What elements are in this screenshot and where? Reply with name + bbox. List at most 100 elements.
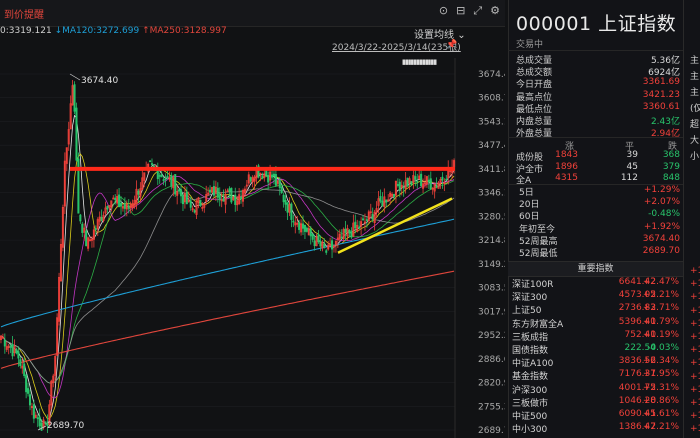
candle-body [100,216,103,221]
y-axis-labels: 3674.40 3608.76 3543.11 3477.46 3411.81 3346.… [478,70,505,436]
target-icon[interactable]: ⊙ [439,4,448,18]
breadth-down: 848 [662,173,680,183]
period-value: -0.48% [648,209,680,220]
quote-value: 5.36亿 [650,56,680,66]
candle-body [28,394,32,406]
candle-body [267,175,270,183]
candle-body [81,223,84,233]
candle-body [94,228,97,230]
pin-icon[interactable]: 📌 [446,40,457,50]
index-change: +1.95% [642,369,679,380]
index-change: +2.47% [642,277,679,287]
index-row[interactable]: 上证50 2736.83 +2.71% [508,303,683,317]
candle-body [38,416,41,427]
y-tick-label: 3411.81 [478,165,505,175]
y-tick-label: 3477.46 [478,141,505,151]
quote-value: 2.43亿 [650,117,680,127]
y-tick-label: 2952.28 [478,331,505,341]
index-row[interactable]: 沪深300 4001.75 +2.31% [508,383,683,396]
index-name: 基金指数 [512,372,549,383]
index-row[interactable]: 中证500 6090.45 +1.61% [508,409,683,422]
index-row[interactable]: 基金指数 7176.37 +1.95% [508,369,683,383]
period-value: 3674.40 [642,233,680,244]
candle-body [114,197,117,201]
collapse-icon[interactable]: ⊟ [456,4,465,18]
y-tick-label: 3149.23 [478,260,505,270]
candle-body [119,202,123,207]
price-alert-button[interactable]: 到价提醒 [4,6,44,21]
candle-body [149,160,152,163]
index-row[interactable]: 深证300 4573.05 +2.21% [508,290,683,303]
candle-body [123,203,126,209]
cut-change: +1 [690,411,700,422]
candle-body [170,175,173,187]
index-row[interactable]: 东方财富全A 5396.40 +1.79% [508,317,683,330]
index-row[interactable]: 中证A100 3836.56 +2.34% [508,356,683,369]
date-range[interactable]: 2024/3/22-2025/3/14(235根) [332,40,461,53]
candle-body [290,203,293,220]
cut-change: +1 [690,424,700,435]
candle-body [174,174,177,195]
cut-label: 主 [690,72,700,82]
ma-legend: 0:3319.121 ↓MA120:3272.699 ↑MA250:3128.9… [0,26,227,36]
candle-body [15,349,18,354]
index-name: 中证500 [512,412,548,422]
candle-body [441,176,444,181]
candle-body [340,236,343,239]
cut-change: +1 [690,384,700,395]
index-row[interactable]: 中小300 1386.47 +2.21% [508,422,683,435]
index-row[interactable]: 国债指数 222.54 -0.03% [508,343,683,356]
candle-body [406,177,409,187]
candle-body [286,202,289,213]
candle-body [185,191,188,205]
candle-body [85,230,88,247]
gear-icon[interactable]: ⚙ [490,4,500,18]
index-change: +1.61% [642,409,679,419]
index-row[interactable]: 三板成指 752.41 +0.19% [508,329,683,343]
candle-body [331,240,334,250]
cut-change: +1 [690,305,700,316]
index-name: 东方财富全A [512,319,564,330]
period-label: 年初至今 [519,224,556,235]
ma-settings-button[interactable]: 设置均线 ⌄ [414,26,466,41]
index-change: -0.03% [647,343,679,353]
candle-body [427,179,430,183]
low-label: 2689.70 [47,421,84,431]
index-change: +2.34% [642,356,679,367]
candle-body [17,351,20,359]
index-name: 三板做市 [512,398,549,409]
index-row[interactable]: 深证100R 6641.42 +2.47% [508,277,683,290]
candle-body [284,199,287,205]
index-name: 上证50 [512,306,542,317]
y-tick-label: 3083.58 [478,284,505,294]
candle-body [216,187,219,198]
breadth-flat: 112 [620,173,638,183]
high-pointer [69,73,81,81]
candle-body [9,345,12,348]
kline-chart[interactable]: 3674.40 3608.76 3543.11 3477.46 3411.81 3346.… [0,58,505,438]
index-list-header: 重要指数 [508,261,683,277]
index-change: +0.19% [642,329,679,340]
expand-icon[interactable]: ⤢ [473,4,482,18]
trading-status: 交易中 [516,40,544,50]
y-tick-label: 3346.17 [478,189,505,199]
index-row[interactable]: 三板做市 1046.28 +0.86% [508,396,683,409]
breadth-up: 1843 [555,150,578,160]
candle-body [381,200,384,207]
candle-body [344,228,347,233]
ma250-line [0,270,455,369]
ma20-line [0,175,455,399]
price-readout: 0:3319.121 [0,26,52,36]
cut-label: (仅 [690,104,700,114]
candle-body [40,422,43,431]
candle-body [3,339,6,347]
quote-label: 总成交量 [516,56,553,66]
candle-body [160,174,163,178]
candle-body [271,174,274,178]
candle-body [164,178,167,181]
candle-body [274,174,277,186]
period-label: 52周最低 [519,249,558,259]
candle-body [379,196,382,202]
cut-change: +1 [690,266,700,276]
quote-label: 今日开盘 [516,80,553,91]
